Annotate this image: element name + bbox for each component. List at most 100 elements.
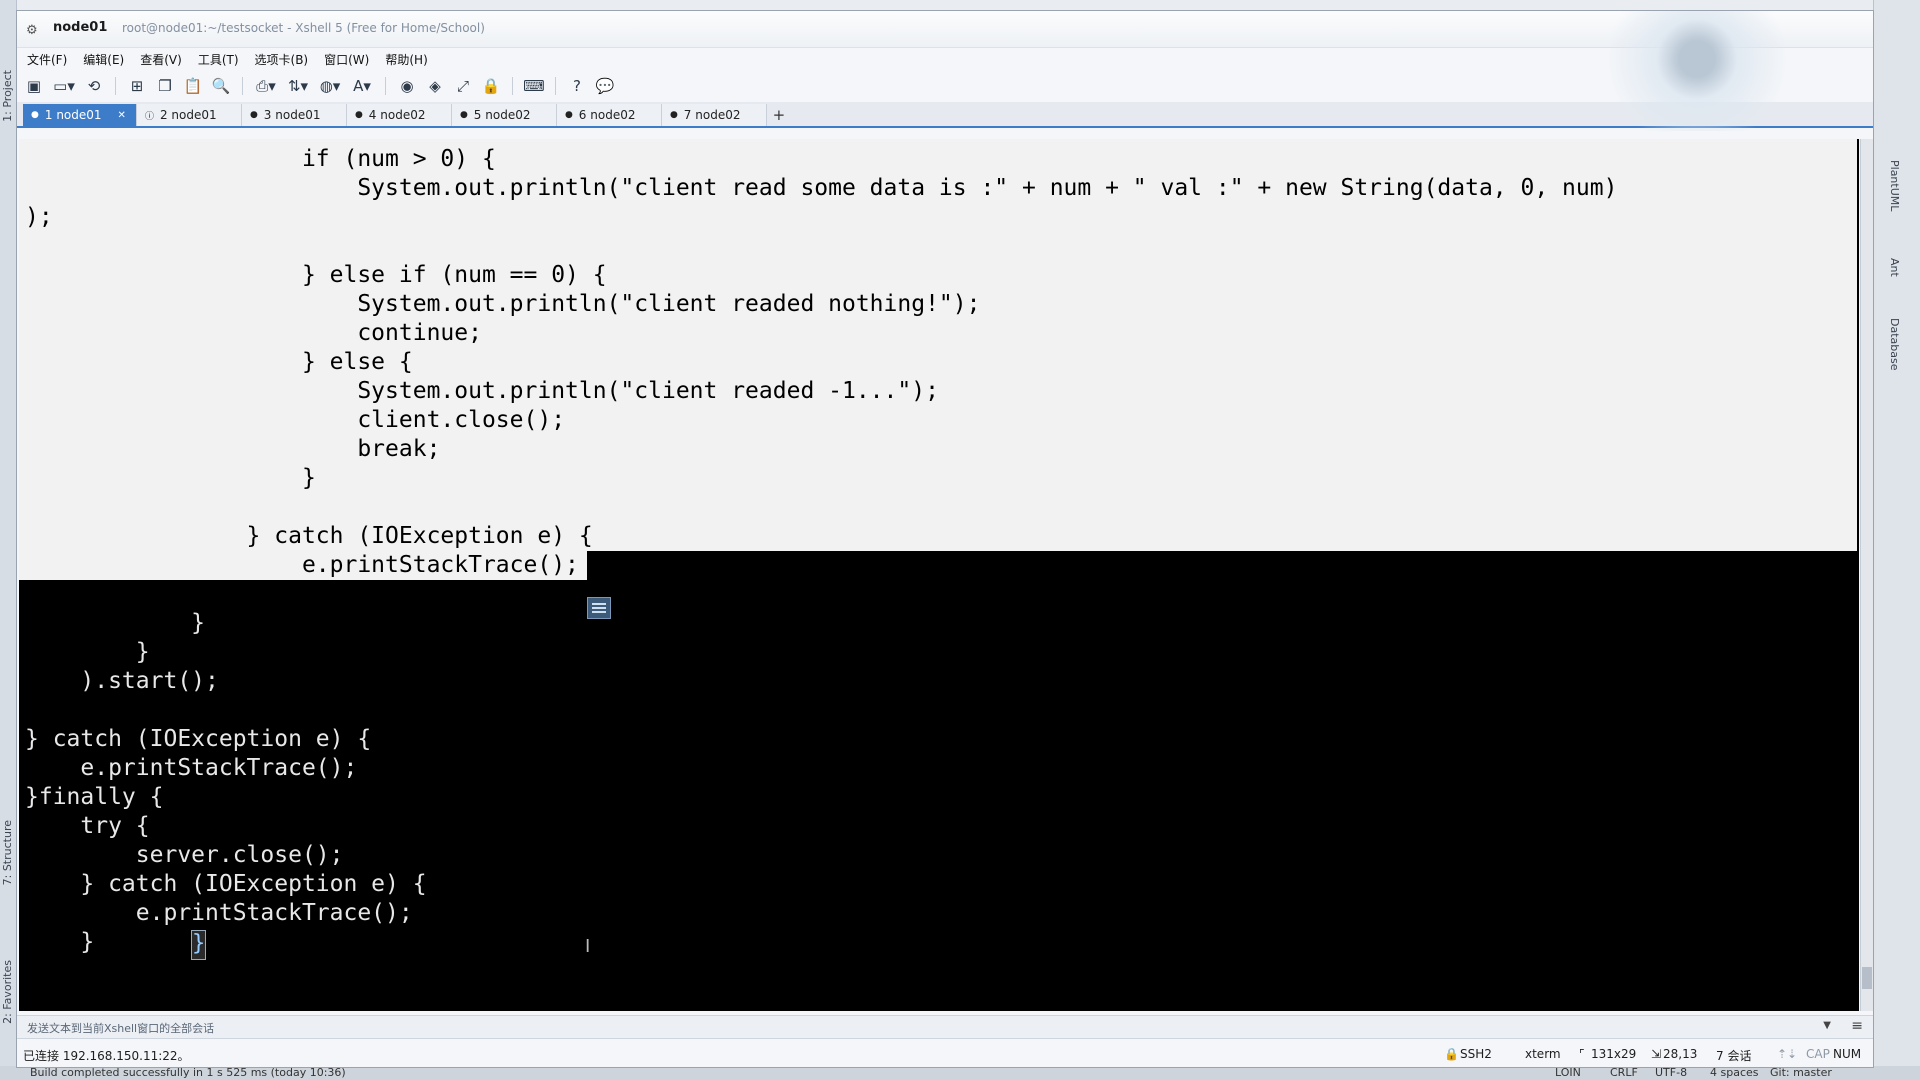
tab-session-3[interactable]: ● 3 node01	[241, 104, 347, 126]
toolbar-separator	[385, 77, 386, 95]
ide-tab-project[interactable]: 1: Project	[1, 70, 14, 122]
tab-label: node02	[380, 108, 426, 122]
tab-number: 5	[473, 108, 482, 122]
menu-window[interactable]: 窗口(W)	[322, 49, 371, 70]
terminal-line: e.printStackTrace();	[25, 900, 413, 926]
ide-tab-structure[interactable]: 7: Structure	[1, 820, 14, 885]
tab-info-icon: ⓘ	[144, 111, 154, 122]
menu-tab[interactable]: 选项卡(B)	[253, 49, 311, 70]
tab-label: node02	[590, 108, 636, 122]
ide-tab-favorites[interactable]: 2: Favorites	[1, 960, 14, 1024]
terminal-line: } catch (IOException e) {	[25, 871, 427, 897]
tab-label: node01	[56, 108, 102, 122]
window-title: node01	[53, 20, 108, 35]
terminal-line: ).start();	[25, 668, 219, 694]
tab-status-dot: ●	[31, 110, 39, 120]
terminal-line: }	[25, 610, 206, 636]
xftp-icon[interactable]: ◉	[396, 75, 418, 97]
cursor-position-icon: ⇲	[1651, 1047, 1662, 1061]
paste-icon[interactable]: 📋	[182, 75, 204, 97]
terminal-line: client.close();	[25, 407, 566, 433]
compose-bar[interactable]: 发送文本到当前Xshell窗口的全部会话 ▼ ≡	[17, 1015, 1873, 1038]
terminal-line: }	[25, 465, 316, 491]
tab-session-2[interactable]: ⓘ 2 node01	[136, 104, 242, 126]
terminal-line: } catch (IOException e) {	[25, 523, 593, 549]
keyboard-icon[interactable]: ⌨	[523, 75, 545, 97]
terminal-line: e.printStackTrace();	[25, 755, 358, 781]
num-indicator: NUM	[1833, 1047, 1862, 1061]
tab-label: node01	[171, 108, 217, 122]
chat-icon[interactable]: 💬	[594, 75, 616, 97]
selection-menu-icon[interactable]	[587, 597, 611, 619]
toolbar-separator	[242, 77, 243, 95]
scrollbar-thumb[interactable]	[1862, 967, 1872, 989]
ide-status-strip: Build completed successfully in 1 s 525 …	[0, 1066, 1920, 1080]
tab-number: 1	[44, 108, 53, 122]
terminal-line: } catch (IOException e) {	[25, 726, 372, 752]
transfer-arrows-icon: ⇡⇣	[1777, 1047, 1798, 1061]
tab-session-5[interactable]: ● 5 node02	[451, 104, 557, 126]
xshell-window: ⚙ node01 root@node01:~/testsocket - Xshe…	[16, 10, 1874, 1068]
cursor-position: 28,13	[1663, 1047, 1698, 1061]
tab-session-1[interactable]: ● 1 node01 ✕	[23, 104, 137, 126]
tab-session-7[interactable]: ● 7 node02	[661, 104, 767, 126]
terminal-type: xterm	[1525, 1047, 1561, 1061]
lock-icon[interactable]: 🔒	[480, 75, 502, 97]
ide-tab-database[interactable]: Database	[1888, 318, 1901, 371]
xmanager-icon[interactable]: ◈	[424, 75, 446, 97]
ibeam-cursor-icon: I	[585, 936, 591, 957]
terminal-line: System.out.println("client readed nothin…	[25, 291, 981, 317]
terminal-line: } else if (num == 0) {	[25, 262, 607, 288]
find-icon[interactable]: 🔍	[210, 75, 232, 97]
transfer-icon[interactable]: ⇅▾	[285, 75, 311, 97]
globe-icon[interactable]: ◍▾	[317, 75, 343, 97]
tab-label: node01	[275, 108, 321, 122]
toolbar-separator	[115, 77, 116, 95]
menu-tools[interactable]: 工具(T)	[196, 49, 241, 70]
tab-label: node02	[485, 108, 531, 122]
menu-help[interactable]: 帮助(H)	[383, 49, 429, 70]
menu-bar: 文件(F) 编辑(E) 查看(V) 工具(T) 选项卡(B) 窗口(W) 帮助(…	[17, 48, 1873, 70]
tab-number: 4	[368, 108, 377, 122]
ide-right-toolstrip: PlantUML Ant Database	[1873, 0, 1920, 1080]
tab-session-6[interactable]: ● 6 node02	[556, 104, 662, 126]
chevron-down-icon[interactable]: ▼	[1823, 1020, 1831, 1031]
fullscreen-icon[interactable]: ⤢	[452, 75, 474, 97]
terminal-size: 131x29	[1591, 1047, 1637, 1061]
toolbar-separator	[555, 77, 556, 95]
terminal-scrollbar[interactable]	[1860, 139, 1873, 1011]
menu-edit[interactable]: 编辑(E)	[81, 49, 126, 70]
properties-icon[interactable]: ⊞	[126, 75, 148, 97]
open-folder-icon[interactable]: ▭▾	[51, 75, 77, 97]
font-icon[interactable]: A▾	[349, 75, 375, 97]
terminal-line: System.out.println("client readed -1..."…	[25, 378, 939, 404]
terminal-line: }	[25, 639, 150, 665]
terminal-line: server.close();	[25, 842, 344, 868]
help-icon[interactable]: ?	[566, 75, 588, 97]
terminal-line: }	[25, 581, 261, 607]
connection-status: 已连接 192.168.150.11:22。	[23, 1049, 190, 1063]
ide-tab-plantuml[interactable]: PlantUML	[1888, 160, 1901, 211]
tab-close-icon[interactable]: ✕	[118, 110, 126, 121]
add-tab-button[interactable]: +	[767, 104, 791, 126]
menu-lines-icon[interactable]: ≡	[1851, 1018, 1863, 1034]
tab-session-4[interactable]: ● 4 node02	[346, 104, 452, 126]
tab-status-dot: ●	[354, 110, 363, 120]
tab-number: 6	[578, 108, 587, 122]
new-session-icon[interactable]: ▣	[23, 75, 45, 97]
menu-view[interactable]: 查看(V)	[138, 49, 184, 70]
status-bar: 已连接 192.168.150.11:22。 🔒 SSH2 xterm ⌜ 13…	[17, 1038, 1873, 1067]
ide-left-toolstrip: 1: Project 7: Structure 2: Favorites	[0, 0, 17, 1080]
tab-label: node02	[695, 108, 741, 122]
terminal-line: }	[25, 929, 95, 955]
protocol-status: SSH2	[1460, 1047, 1492, 1061]
menu-file[interactable]: 文件(F)	[25, 49, 69, 70]
copy-icon[interactable]: ❐	[154, 75, 176, 97]
terminal-area[interactable]: if (num > 0) { System.out.println("clien…	[19, 139, 1859, 1011]
reconnect-icon[interactable]: ⟲	[83, 75, 105, 97]
ide-tab-ant[interactable]: Ant	[1888, 258, 1901, 277]
print-icon[interactable]: ⎙▾	[253, 75, 279, 97]
terminal-line: continue;	[25, 320, 482, 346]
terminal-line: try {	[25, 813, 150, 839]
session-tab-bar: ● 1 node01 ✕ ⓘ 2 node01 ● 3 node01 ● 4 n…	[17, 102, 1873, 128]
